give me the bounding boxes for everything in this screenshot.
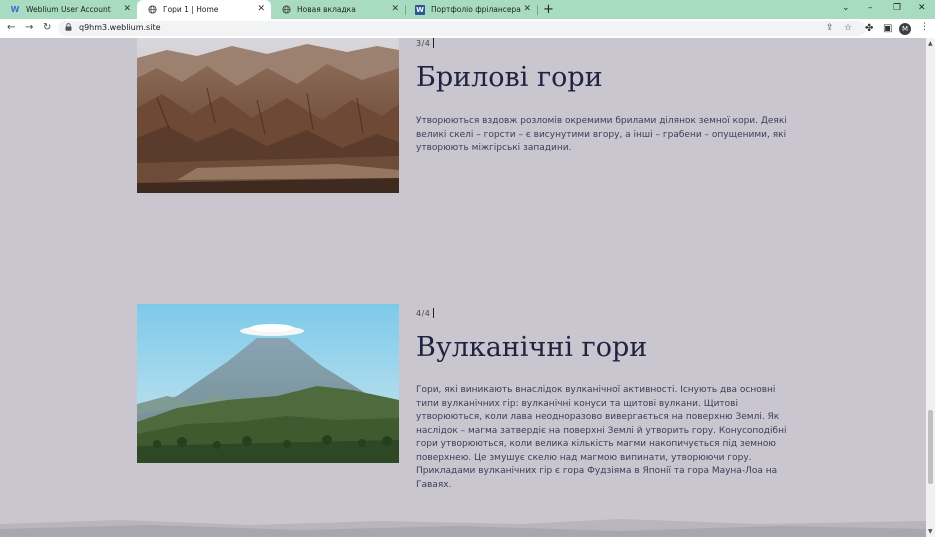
close-icon[interactable]: ✕ [257, 4, 265, 14]
new-tab-button[interactable]: + [543, 2, 554, 17]
globe-icon [147, 5, 157, 15]
url-text: q9hm3.weblium.site [79, 23, 161, 32]
tab-gory-home[interactable]: Гори 1 | Home ✕ [137, 0, 271, 19]
close-icon[interactable]: ✕ [123, 4, 131, 14]
reload-icon[interactable]: ↻ [43, 22, 51, 33]
minimize-icon[interactable]: – [868, 3, 873, 13]
address-bar[interactable]: q9hm3.weblium.site ⇪ ☆ [58, 21, 866, 36]
share-icon[interactable]: ⇪ [826, 23, 834, 33]
globe-icon [281, 5, 291, 15]
tab-separator [537, 5, 538, 15]
browser-toolbar: ← → ↻ q9hm3.weblium.site ⇪ ☆ ✤ ▣ [0, 19, 935, 38]
slide-counter: 4/4 [416, 308, 434, 318]
section-title: Вулканічні гори [416, 332, 648, 363]
restore-icon[interactable]: ❐ [893, 3, 901, 13]
menu-icon[interactable]: ⋮ [920, 22, 929, 32]
word-icon: W [415, 4, 425, 15]
page-content: 3/4 Брилові гори Утворюються вздовж розл… [0, 38, 926, 537]
tab-portfolio[interactable]: W Портфоліо фрілансера Міхту... ✕ [405, 0, 537, 19]
extensions-icon[interactable]: ✤ [865, 23, 873, 34]
lock-icon [65, 23, 72, 33]
scrollbar-thumb[interactable] [928, 410, 933, 484]
block-mountains-image [137, 38, 399, 193]
tab-strip: W Weblium User Account ✕ Гори 1 | Home ✕… [0, 0, 935, 19]
section-title: Брилові гори [416, 62, 603, 93]
tab-title: Weblium User Account [26, 5, 111, 14]
section-description: Утворюються вздовж розломів окремими бри… [416, 116, 787, 153]
close-icon[interactable]: ✕ [523, 4, 531, 14]
weblium-icon: W [10, 5, 20, 14]
footer-wave-decoration [0, 519, 926, 537]
tab-title: Гори 1 | Home [163, 5, 219, 14]
star-icon[interactable]: ☆ [844, 23, 852, 33]
tab-title: Портфоліо фрілансера Міхту... [431, 5, 523, 14]
forward-arrow-icon[interactable]: → [25, 22, 33, 33]
volcanic-mountain-image [137, 304, 399, 463]
tab-weblium-user-account[interactable]: W Weblium User Account ✕ [0, 0, 137, 19]
tab-title: Новая вкладка [297, 5, 356, 14]
section-description: Гори, які виникають внаслідок вулканічно… [416, 385, 787, 490]
slide-counter: 3/4 [416, 38, 434, 48]
close-icon[interactable]: ✕ [391, 4, 399, 14]
back-arrow-icon[interactable]: ← [7, 22, 15, 33]
tab-new-tab[interactable]: Новая вкладка ✕ [271, 0, 405, 19]
close-window-icon[interactable]: ✕ [918, 3, 926, 13]
scroll-down-arrow-icon[interactable]: ▼ [928, 528, 933, 535]
avatar[interactable]: M [899, 23, 911, 35]
side-panel-icon[interactable]: ▣ [883, 23, 892, 34]
scroll-up-arrow-icon[interactable]: ▲ [928, 40, 933, 47]
tab-search-icon[interactable]: ⌄ [842, 3, 850, 13]
